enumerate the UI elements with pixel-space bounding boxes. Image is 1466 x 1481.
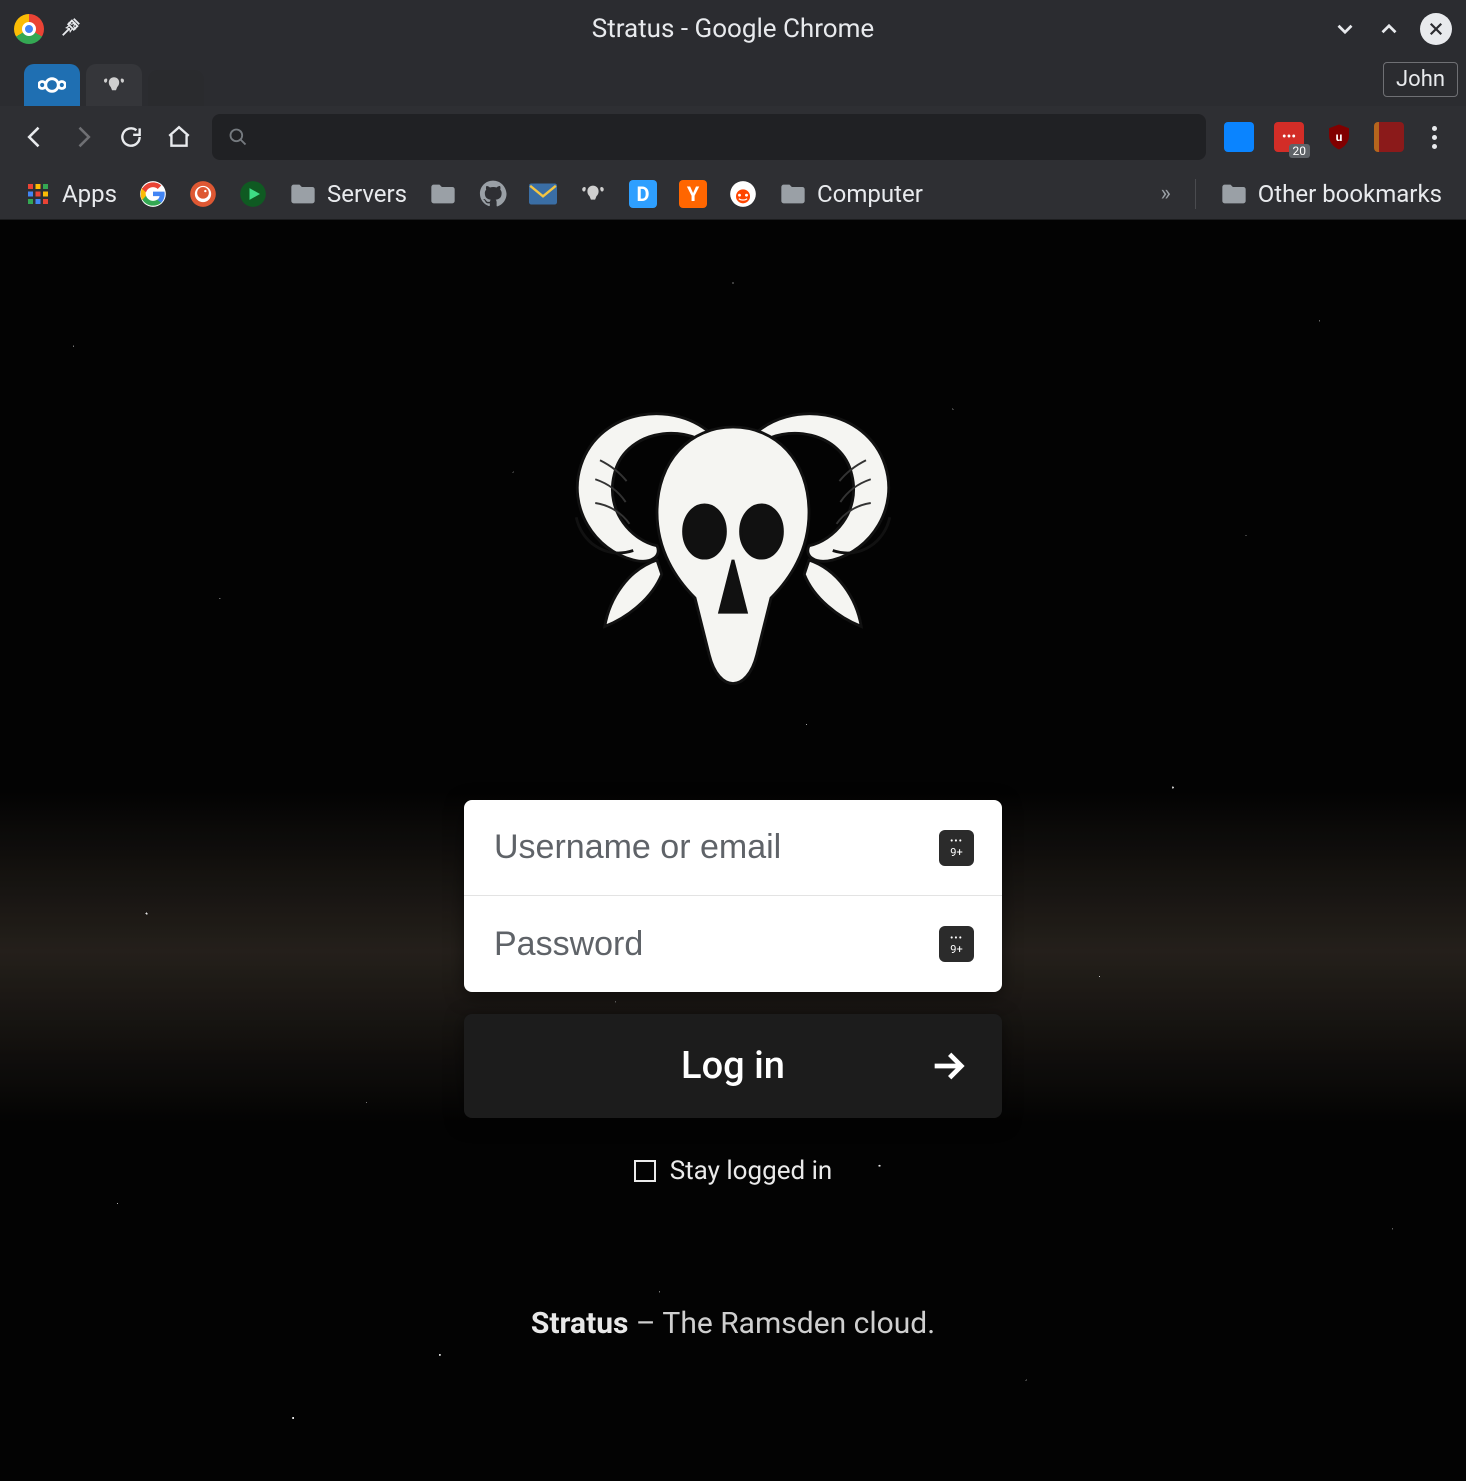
password-field-wrap: ••• 9+ xyxy=(464,896,1002,992)
bookmark-separator xyxy=(1195,179,1196,209)
ram-skull-icon xyxy=(100,71,128,99)
login-card: ••• 9+ ••• 9+ xyxy=(464,800,1002,992)
bm-mail-icon[interactable] xyxy=(529,180,557,208)
other-bookmarks-label: Other bookmarks xyxy=(1258,180,1442,208)
stay-logged-in-checkbox[interactable] xyxy=(634,1160,656,1182)
bm-folder-computer-label: Computer xyxy=(817,180,923,208)
bm-folder-computer[interactable]: Computer xyxy=(779,180,923,208)
login-button-label: Log in xyxy=(681,1044,785,1088)
bookmark-bar: Apps Servers D Y Computer » xyxy=(0,168,1466,220)
bm-google-icon[interactable] xyxy=(139,180,167,208)
bm-folder-blank[interactable] xyxy=(429,180,457,208)
window-titlebar: Stratus - Google Chrome xyxy=(0,0,1466,58)
footer-app-name: Stratus xyxy=(531,1306,629,1341)
tab-placeholder xyxy=(148,70,204,106)
other-bookmarks-button[interactable]: Other bookmarks xyxy=(1220,180,1442,208)
ext-ublock-icon[interactable]: u xyxy=(1324,122,1354,152)
tab-nextcloud[interactable] xyxy=(24,64,80,106)
stay-logged-in-label: Stay logged in xyxy=(670,1156,833,1186)
password-manager-badge[interactable]: ••• 9+ xyxy=(939,830,974,866)
reload-button[interactable] xyxy=(116,122,146,152)
arrow-right-icon xyxy=(928,1046,968,1086)
folder-icon xyxy=(1220,180,1248,208)
window-close-button[interactable] xyxy=(1420,13,1452,45)
ram-skull-logo-icon xyxy=(543,370,923,750)
maximize-chevron-icon[interactable] xyxy=(1376,16,1402,42)
bm-folder-servers-label: Servers xyxy=(327,180,407,208)
ext-book-icon[interactable] xyxy=(1374,122,1404,152)
bm-play-icon[interactable] xyxy=(239,180,267,208)
bm-hn-icon[interactable]: Y xyxy=(679,180,707,208)
profile-chip[interactable]: John xyxy=(1383,62,1458,97)
folder-icon xyxy=(779,180,807,208)
tab-strip: John xyxy=(0,58,1466,106)
bm-disqus-icon[interactable]: D xyxy=(629,180,657,208)
extension-icons: ••• 20 u xyxy=(1224,122,1404,152)
nextcloud-icon xyxy=(38,71,66,99)
apps-grid-icon xyxy=(24,180,52,208)
password-manager-badge[interactable]: ••• 9+ xyxy=(939,926,974,962)
ext-lastpass-badge: 20 xyxy=(1289,144,1311,158)
minimize-chevron-icon[interactable] xyxy=(1332,16,1358,42)
bookmark-overflow-icon[interactable]: » xyxy=(1160,181,1170,206)
bm-ram-icon[interactable] xyxy=(579,180,607,208)
pin-icon[interactable] xyxy=(60,16,82,42)
footer-tagline-rest: – The Ramsden cloud. xyxy=(628,1306,935,1341)
tab-ram[interactable] xyxy=(86,64,142,106)
login-button[interactable]: Log in xyxy=(464,1014,1002,1118)
chrome-logo-icon xyxy=(14,14,44,44)
forward-button[interactable] xyxy=(68,122,98,152)
bm-reddit-icon[interactable] xyxy=(729,180,757,208)
folder-icon xyxy=(289,180,317,208)
browser-toolbar: ••• 20 u xyxy=(0,106,1466,168)
home-button[interactable] xyxy=(164,122,194,152)
ext-lastpass-icon[interactable]: ••• 20 xyxy=(1274,122,1304,152)
site-logo xyxy=(533,360,933,760)
pw-badge-count: 9+ xyxy=(950,847,962,858)
chrome-menu-button[interactable] xyxy=(1422,126,1446,149)
apps-button[interactable]: Apps xyxy=(24,180,117,208)
footer-tagline: Stratus – The Ramsden cloud. xyxy=(531,1306,935,1341)
page-content: ••• 9+ ••• 9+ Log in Stay logged in Stra… xyxy=(0,220,1466,1481)
username-input[interactable] xyxy=(492,827,939,868)
bm-duckduckgo-icon[interactable] xyxy=(189,180,217,208)
pw-badge-count: 9+ xyxy=(950,944,962,955)
search-icon xyxy=(228,127,248,147)
bm-github-icon[interactable] xyxy=(479,180,507,208)
username-field-wrap: ••• 9+ xyxy=(464,800,1002,896)
apps-label: Apps xyxy=(62,180,117,208)
omnibox[interactable] xyxy=(212,114,1206,160)
window-title: Stratus - Google Chrome xyxy=(0,14,1466,44)
back-button[interactable] xyxy=(20,122,50,152)
stay-logged-in-row[interactable]: Stay logged in xyxy=(634,1156,833,1186)
bm-folder-servers[interactable]: Servers xyxy=(289,180,407,208)
ext-news-icon[interactable] xyxy=(1224,122,1254,152)
password-input[interactable] xyxy=(492,924,939,965)
url-input[interactable] xyxy=(260,125,1190,150)
